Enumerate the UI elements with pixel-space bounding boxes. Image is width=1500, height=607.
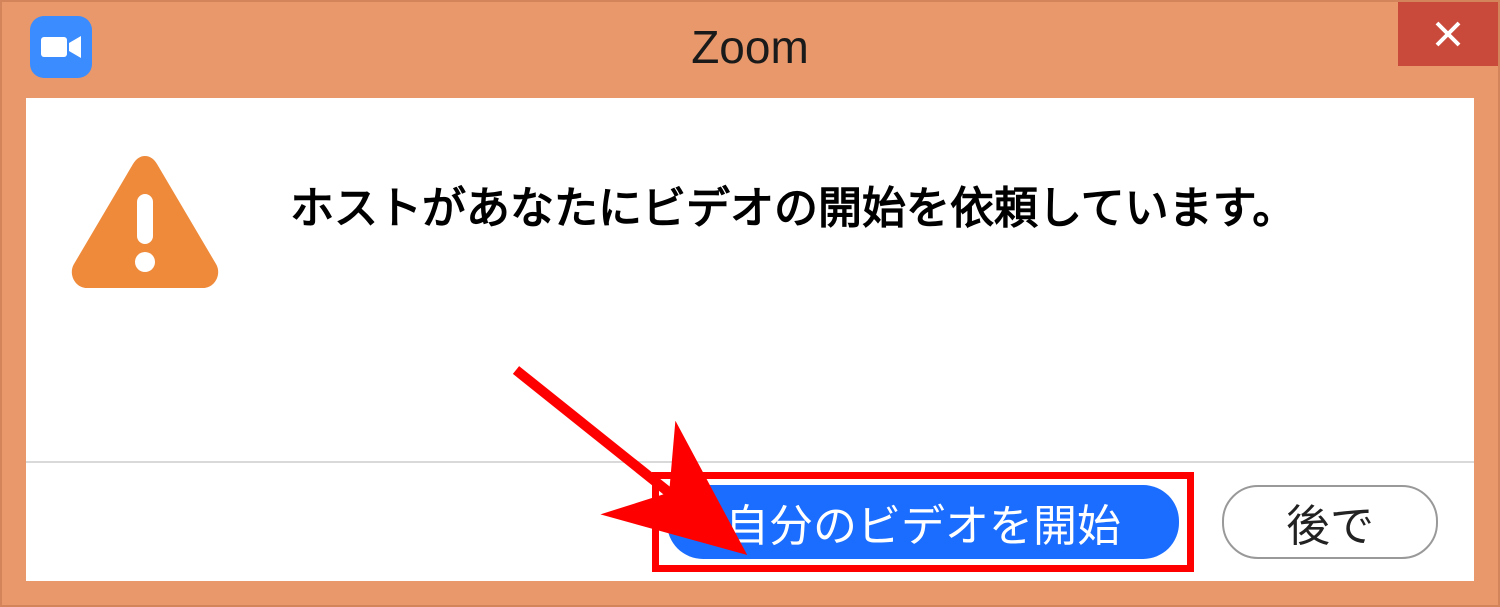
warning-triangle-icon — [70, 150, 220, 290]
dialog-window: Zoom ホストがあなたにビデオの開始を依頼しています。 — [0, 0, 1500, 607]
dialog-body: ホストがあなたにビデオの開始を依頼しています。 自分のビデオを開始 後で — [26, 98, 1474, 581]
titlebar: Zoom — [2, 2, 1498, 92]
window-title: Zoom — [691, 20, 809, 74]
later-button[interactable]: 後で — [1222, 485, 1438, 559]
close-icon — [1433, 19, 1463, 49]
button-row: 自分のビデオを開始 後で — [26, 461, 1474, 581]
zoom-app-icon — [30, 16, 92, 78]
dialog-message: ホストがあなたにビデオの開始を依頼しています。 — [290, 172, 1296, 236]
start-my-video-button[interactable]: 自分のビデオを開始 — [667, 485, 1179, 559]
annotation-highlight-box: 自分のビデオを開始 — [652, 472, 1194, 572]
content-row: ホストがあなたにビデオの開始を依頼しています。 — [26, 98, 1474, 461]
close-button[interactable] — [1398, 2, 1498, 66]
